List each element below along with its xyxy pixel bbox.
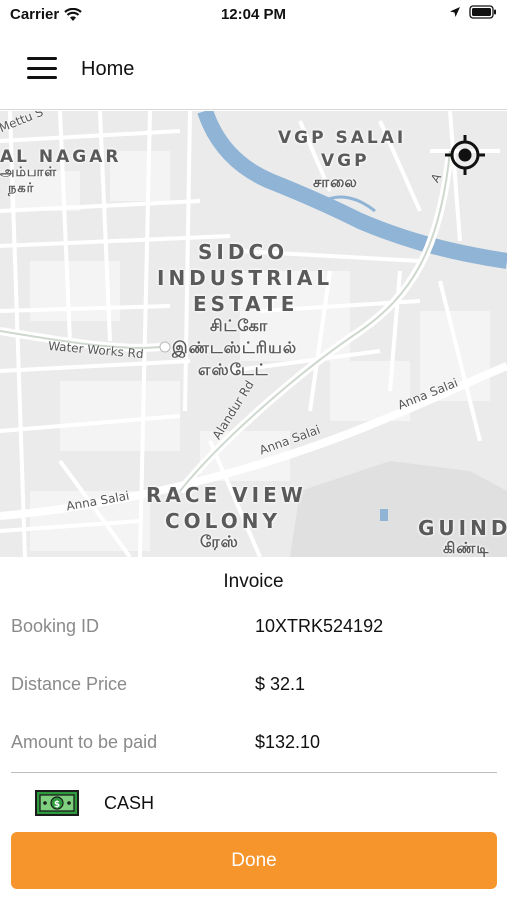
distance-price-value: $ 32.1: [255, 674, 306, 694]
map-area-label-tamil: எஸ்டேட்: [198, 360, 269, 379]
invoice-title: Invoice: [223, 571, 284, 592]
map-area-label: INDUSTRIAL: [157, 266, 334, 290]
page-title: Home: [81, 58, 135, 80]
booking-id-value: 10XTRK524192: [255, 616, 384, 636]
invoice-row-amount: Amount to be paid $132.10: [11, 728, 497, 758]
map-area-label: GUIND: [418, 516, 507, 540]
map-area-label-tamil: அம்பாள்: [0, 165, 58, 180]
booking-id-label: Booking ID: [11, 616, 100, 636]
distance-price-label: Distance Price: [11, 674, 128, 694]
map-area-label-tamil: இண்டஸ்ட்ரியல்: [172, 338, 298, 357]
battery-icon: [469, 5, 496, 19]
map-area-label-tamil: சிட்கோ: [210, 316, 269, 335]
svg-text:$: $: [54, 800, 60, 810]
map-area-label: RACE VIEW: [146, 483, 307, 507]
invoice-row-distance-price: Distance Price $ 32.1: [11, 670, 497, 700]
map-area-label: AL NAGAR: [0, 147, 122, 167]
navigation-bar: Home: [0, 30, 507, 110]
cash-icon: $: [35, 789, 79, 817]
map-area-label-tamil: சாலை: [313, 173, 358, 191]
amount-label: Amount to be paid: [11, 732, 158, 752]
locate-crosshair-icon[interactable]: [443, 133, 487, 177]
amount-value: $132.10: [255, 732, 321, 752]
map-area-label-tamil: கிண்டி: [443, 539, 490, 557]
invoice-row-booking-id: Booking ID 10XTRK524192: [11, 612, 497, 642]
payment-method-label: CASH: [104, 793, 155, 813]
status-time: 12:04 PM: [220, 6, 287, 23]
map-area-label: VGP: [321, 151, 370, 171]
divider: [11, 772, 497, 773]
map-area-label: VGP SALAI: [278, 128, 407, 148]
map-area-label: COLONY: [165, 509, 281, 533]
map-area-label-tamil: ரேஸ்: [200, 532, 239, 551]
map-area-label: ESTATE: [193, 292, 299, 316]
location-arrow-icon: [450, 7, 460, 17]
map-area-label-tamil: நகர்: [8, 181, 35, 196]
status-bar: Carrier 12:04 PM: [0, 0, 507, 30]
status-right-icons: [449, 5, 497, 19]
map-area-label: SIDCO: [198, 240, 289, 264]
invoice-panel: Invoice Booking ID 10XTRK524192 Distance…: [0, 557, 507, 900]
done-button[interactable]: Done: [11, 832, 497, 889]
map-view[interactable]: Mettu S AL NAGAR அம்பாள் நகர் VGP SALAI …: [0, 111, 507, 557]
hamburger-menu-icon[interactable]: [26, 55, 58, 81]
